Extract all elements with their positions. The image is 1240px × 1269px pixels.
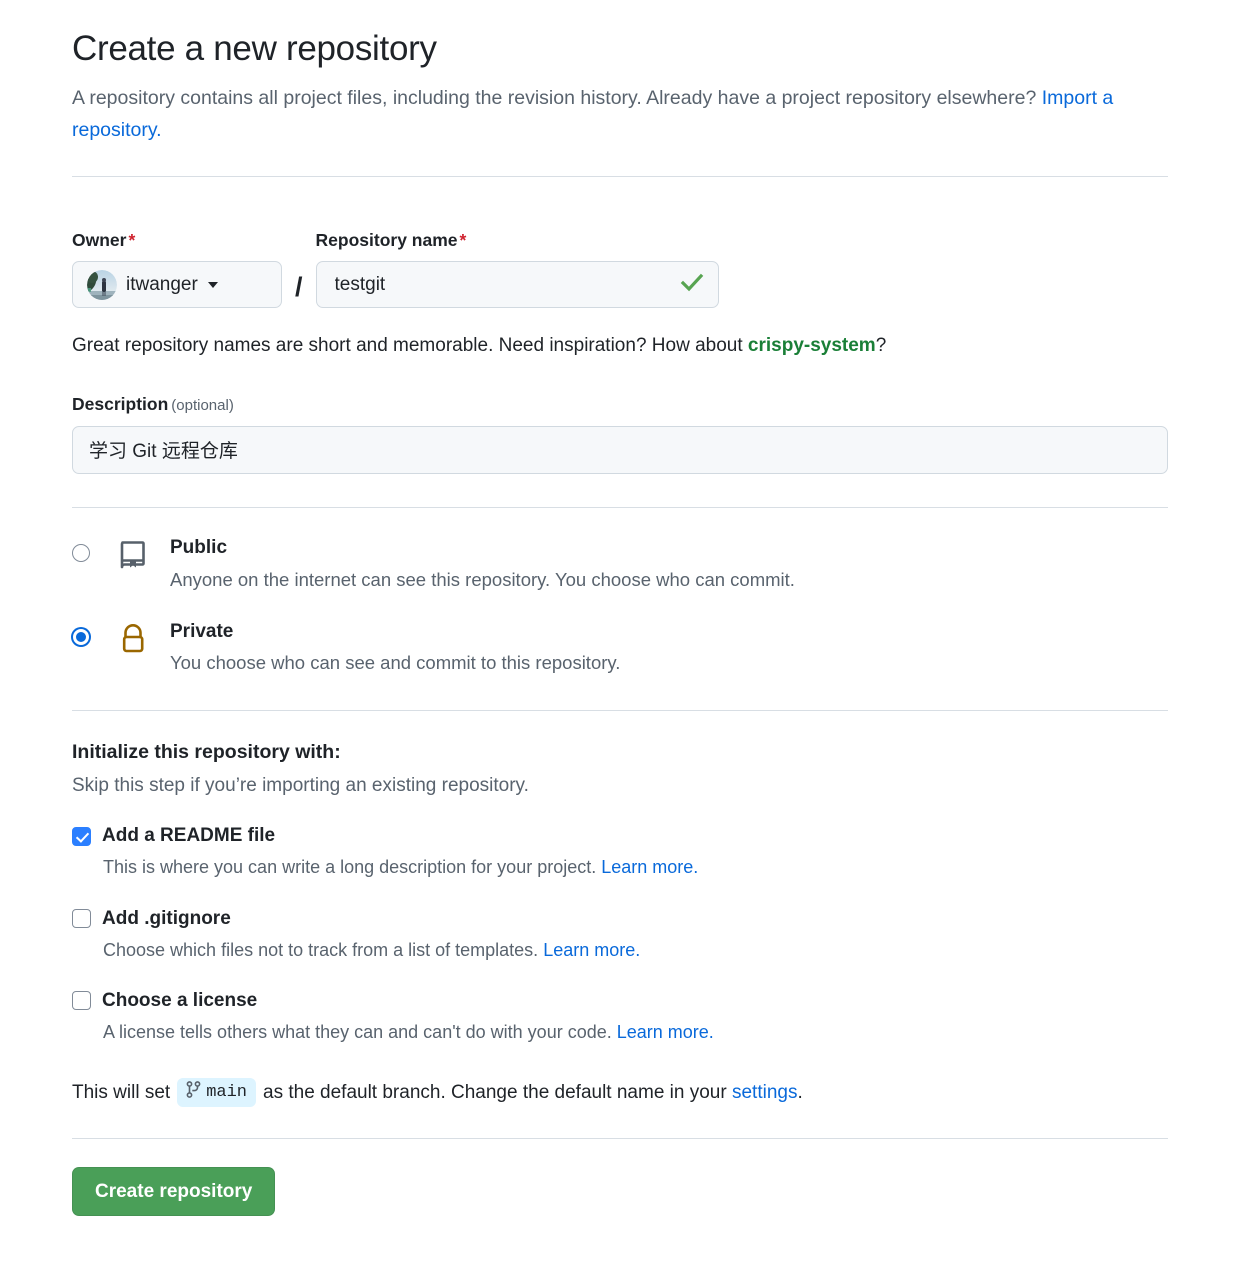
radio-public[interactable] <box>72 543 90 562</box>
owner-dropdown-button[interactable]: itwanger <box>72 261 282 309</box>
visibility-private-title: Private <box>170 620 234 642</box>
init-item-readme: Add a README file This is where you can … <box>72 825 1168 879</box>
hint-text-before: Great repository names are short and mem… <box>72 335 748 357</box>
repository-name-field: Repository name * <box>315 230 719 309</box>
owner-field: Owner * itwanger <box>72 230 282 309</box>
init-license-description: A license tells others what they can and… <box>103 1020 1168 1044</box>
owner-name: itwanger <box>126 273 198 295</box>
owner-label: Owner * <box>72 230 282 251</box>
suggested-name[interactable]: crispy-system <box>748 335 876 356</box>
checkbox-gitignore[interactable] <box>72 909 91 928</box>
owner-required-asterisk: * <box>128 230 136 251</box>
init-readme-label: Add a README file <box>102 825 276 847</box>
book-icon <box>116 538 150 572</box>
git-branch-icon <box>186 1081 201 1104</box>
init-item-gitignore: Add .gitignore Choose which files not to… <box>72 908 1168 962</box>
init-license-label: Choose a license <box>102 989 258 1011</box>
default-branch-badge: main <box>177 1078 256 1108</box>
description-label-text: Description <box>72 393 169 414</box>
divider-visibility <box>72 506 1168 508</box>
license-learn-more-link[interactable]: Learn more. <box>617 1022 714 1042</box>
chevron-down-icon <box>207 281 218 288</box>
visibility-group: Public Anyone on the internet can see th… <box>72 536 1168 676</box>
hint-text-after: ? <box>875 335 887 357</box>
init-gitignore-label: Add .gitignore <box>102 907 231 929</box>
description-optional-tag: (optional) <box>171 396 234 414</box>
repository-name-input[interactable] <box>315 261 719 309</box>
divider-submit <box>72 1138 1168 1140</box>
repository-name-hint: Great repository names are short and mem… <box>72 332 1168 360</box>
readme-learn-more-link[interactable]: Learn more. <box>601 857 698 877</box>
description-label: Description (optional) <box>72 394 234 414</box>
visibility-public-title: Public <box>170 536 228 558</box>
submit-wrapper: Create repository <box>72 1167 1168 1217</box>
page-title: Create a new repository <box>72 29 437 68</box>
page-subtitle-text: A repository contains all project files,… <box>72 87 1042 109</box>
visibility-public-text: Public Anyone on the internet can see th… <box>170 536 795 593</box>
init-gitignore-desc-text: Choose which files not to track from a l… <box>103 939 544 960</box>
init-item-license: Choose a license A license tells others … <box>72 990 1168 1044</box>
default-branch-name: main <box>206 1083 247 1103</box>
settings-link[interactable]: settings <box>732 1082 797 1104</box>
owner-repo-separator: / <box>295 272 303 303</box>
lock-icon <box>116 622 150 656</box>
gitignore-learn-more-link[interactable]: Learn more. <box>543 940 640 960</box>
initialize-block: Initialize this repository with: Skip th… <box>72 741 1168 1108</box>
checkbox-license[interactable] <box>72 991 91 1011</box>
repository-name-label-text: Repository name <box>315 230 458 251</box>
init-gitignore-head[interactable]: Add .gitignore <box>72 908 1168 930</box>
visibility-public-description: Anyone on the internet can see this repo… <box>170 568 795 590</box>
divider-header <box>72 176 1168 178</box>
init-readme-head[interactable]: Add a README file <box>72 825 1168 847</box>
branch-text-middle: as the default branch. Change the defaul… <box>263 1081 727 1103</box>
repository-input-wrapper <box>315 261 719 309</box>
checkbox-readme[interactable] <box>72 826 91 846</box>
initialize-title: Initialize this repository with: <box>72 741 341 764</box>
owner-label-text: Owner <box>72 230 127 251</box>
init-readme-desc-text: This is where you can write a long descr… <box>103 857 602 878</box>
branch-text-after: . <box>797 1081 803 1103</box>
visibility-private-description: You choose who can see and commit to thi… <box>170 652 621 674</box>
visibility-private-text: Private You choose who can see and commi… <box>170 620 620 677</box>
visibility-option-public[interactable]: Public Anyone on the internet can see th… <box>72 536 1168 593</box>
create-repository-page: Create a new repository A repository con… <box>0 0 1240 1217</box>
divider-initialize <box>72 710 1168 712</box>
page-subtitle: A repository contains all project files,… <box>72 82 1132 146</box>
repository-required-asterisk: * <box>459 230 467 251</box>
init-gitignore-description: Choose which files not to track from a l… <box>103 938 1168 962</box>
owner-repo-row: Owner * itwanger / Repository name * tes… <box>72 230 1168 309</box>
create-repository-button[interactable]: Create repository <box>72 1167 276 1217</box>
init-license-head[interactable]: Choose a license <box>72 990 1168 1012</box>
description-block: Description (optional) <box>72 394 1168 474</box>
description-input[interactable] <box>72 425 1168 474</box>
init-license-desc-text: A license tells others what they can and… <box>103 1021 617 1042</box>
radio-private[interactable] <box>72 627 90 646</box>
avatar <box>87 269 117 300</box>
default-branch-line: This will set main as the default branch… <box>72 1078 1168 1108</box>
init-readme-description: This is where you can write a long descr… <box>103 855 1168 879</box>
initialize-subtitle: Skip this step if you’re importing an ex… <box>72 775 529 797</box>
repository-name-label: Repository name * <box>316 230 719 251</box>
branch-text-before: This will set <box>72 1081 171 1103</box>
visibility-option-private[interactable]: Private You choose who can see and commi… <box>72 620 1168 677</box>
